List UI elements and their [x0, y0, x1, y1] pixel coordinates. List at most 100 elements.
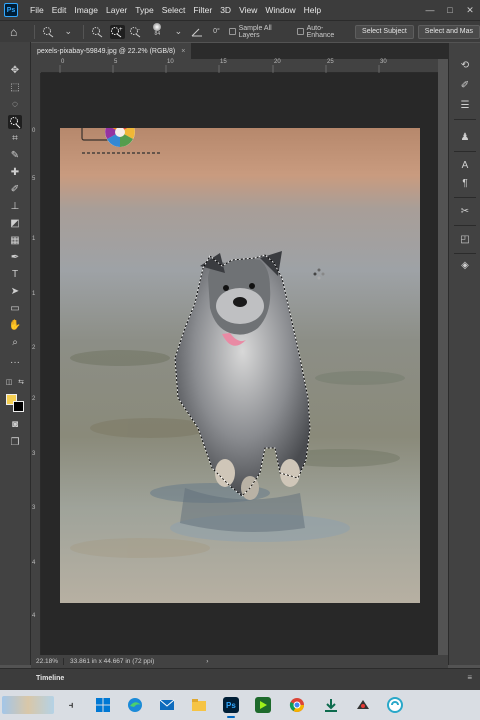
chevron-down-icon[interactable]: ⌄ — [171, 25, 186, 39]
libraries-icon[interactable]: ◰ — [458, 233, 472, 247]
hand-icon[interactable]: ✋ — [8, 319, 22, 333]
menu-select[interactable]: Select — [158, 5, 190, 15]
properties-icon[interactable]: ♟ — [458, 131, 472, 145]
tool-preset-picker[interactable] — [42, 25, 57, 39]
select-and-mask-button[interactable]: Select and Mas — [417, 24, 480, 39]
swap-colors-icon[interactable]: ⇆ — [16, 376, 26, 390]
ruler-origin[interactable] — [31, 59, 41, 73]
document-tab[interactable]: pexels-pixabay-59849.jpg @ 22.2% (RGB/8)… — [31, 43, 192, 59]
menu-help[interactable]: Help — [300, 5, 325, 15]
zoom-icon[interactable]: ⌕ — [8, 336, 22, 350]
tools-panel: ✥ ⬚ ◌ ⌗ ✎ ✚ ✐ ⊥ ◩ ▦ ✒ T ➤ ▭ ✋ ⌕ ··· ◫ ⇆ … — [0, 42, 31, 665]
angle-value[interactable]: 0° — [209, 25, 224, 39]
edge-icon[interactable] — [126, 696, 144, 714]
pen-icon[interactable]: ✒ — [8, 251, 22, 265]
tools-icon[interactable]: ✂ — [458, 205, 472, 219]
character-icon[interactable]: A — [458, 159, 472, 173]
chevron-down-icon[interactable]: ⌄ — [61, 25, 76, 39]
document-workspace[interactable] — [41, 73, 438, 655]
menu-type[interactable]: Type — [131, 5, 157, 15]
crop-icon[interactable]: ⌗ — [8, 132, 22, 146]
menu-file[interactable]: File — [26, 5, 48, 15]
brush-settings-icon[interactable]: ✐ — [458, 79, 472, 93]
history-icon[interactable]: ⟲ — [458, 59, 472, 73]
download-icon[interactable] — [322, 696, 340, 714]
vertical-ruler[interactable]: 0 5 1 1 2 2 3 3 4 4 — [31, 73, 41, 655]
ruler-tick-label: 15 — [220, 59, 227, 65]
brush-size-picker[interactable]: 84 — [150, 22, 165, 41]
paragraph-icon[interactable]: ¶ — [458, 177, 472, 191]
select-subject-button[interactable]: Select Subject — [355, 24, 414, 39]
type-icon[interactable]: T — [8, 268, 22, 282]
mail-icon[interactable] — [158, 696, 176, 714]
divider — [454, 151, 476, 152]
menu-image[interactable]: Image — [70, 5, 102, 15]
menu-3d[interactable]: 3D — [216, 5, 235, 15]
path-selection-icon[interactable]: ➤ — [8, 285, 22, 299]
image-canvas[interactable] — [60, 128, 420, 603]
menu-window[interactable]: Window — [261, 5, 299, 15]
horizontal-ruler-ticks — [59, 65, 380, 73]
auto-enhance-checkbox[interactable] — [296, 28, 304, 35]
auto-enhance-option[interactable]: Auto-Enhance — [296, 25, 348, 39]
healing-icon[interactable]: ✚ — [8, 166, 22, 180]
ruler-tick-label: 5 — [114, 59, 118, 65]
maximize-button[interactable]: □ — [440, 0, 460, 20]
quick-mask-icon[interactable]: ◙ — [8, 418, 22, 432]
menu-view[interactable]: View — [235, 5, 261, 15]
sample-all-layers-option[interactable]: Sample All Layers — [228, 25, 291, 39]
explorer-icon[interactable] — [190, 696, 208, 714]
eraser-icon[interactable]: ◩ — [8, 217, 22, 231]
gradient-icon[interactable]: ▦ — [8, 234, 22, 248]
lasso-icon[interactable]: ◌ — [8, 98, 22, 112]
status-menu-arrow[interactable]: › — [206, 658, 208, 665]
game-icon[interactable] — [354, 696, 372, 714]
stamp-icon[interactable]: ⊥ — [8, 200, 22, 214]
close-button[interactable]: ✕ — [460, 0, 480, 20]
subtract-from-selection-button[interactable]: - — [129, 25, 144, 39]
svg-text:Ps: Ps — [226, 701, 236, 710]
quick-selection-icon[interactable] — [8, 115, 22, 129]
move-icon[interactable]: ✥ — [8, 64, 22, 78]
more-icon[interactable]: ··· — [8, 356, 22, 370]
windows-icon[interactable] — [94, 696, 112, 714]
default-colors-icon[interactable]: ◫ — [4, 376, 14, 390]
media-icon[interactable] — [254, 696, 272, 714]
brush-icon[interactable]: ✐ — [8, 183, 22, 197]
eyedropper-icon[interactable]: ✎ — [8, 149, 22, 163]
divider — [454, 197, 476, 198]
new-selection-button[interactable] — [91, 25, 106, 39]
menu-edit[interactable]: Edit — [48, 5, 71, 15]
minimize-button[interactable]: — — [420, 0, 440, 20]
home-icon[interactable]: ⌂ — [10, 25, 29, 39]
ruler-tick-label: 30 — [380, 59, 387, 65]
ruler-tick-label: 1 — [32, 291, 36, 297]
svg-text:-: - — [138, 27, 140, 33]
timeline-tab[interactable]: Timeline — [36, 675, 64, 682]
menu-filter[interactable]: Filter — [189, 5, 216, 15]
news-widget-icon[interactable] — [2, 696, 54, 714]
photoshop-icon[interactable]: Ps — [222, 696, 240, 718]
marquee-icon[interactable]: ⬚ — [8, 81, 22, 95]
menu-layer[interactable]: Layer — [102, 5, 131, 15]
shape-icon[interactable]: ▭ — [8, 302, 22, 316]
ruler-tick-label: 10 — [167, 59, 174, 65]
task-view-icon[interactable]: ⫞ — [62, 696, 80, 714]
loading-cursor-icon — [313, 268, 325, 280]
photoshop-logo: Ps — [4, 3, 18, 17]
background-color-swatch[interactable] — [13, 401, 24, 412]
ruler-tick-label: 25 — [327, 59, 334, 65]
close-tab-icon[interactable]: × — [181, 48, 185, 55]
add-to-selection-button[interactable]: + — [109, 24, 125, 39]
screen-mode-icon[interactable]: ❐ — [8, 436, 22, 450]
sample-all-layers-checkbox[interactable] — [228, 28, 236, 35]
layers-icon[interactable]: ◈ — [458, 259, 472, 273]
adjustments-icon[interactable]: ☰ — [458, 99, 472, 113]
app-icon[interactable] — [386, 696, 404, 714]
horizontal-ruler[interactable]: 0 5 10 15 20 25 30 — [41, 59, 438, 73]
add-selection-icon: + — [111, 26, 123, 37]
chrome-icon[interactable] — [288, 696, 306, 714]
divider — [82, 24, 84, 39]
zoom-level[interactable]: 22.18% — [31, 658, 65, 665]
panel-menu-icon[interactable]: ≡ — [467, 673, 472, 682]
